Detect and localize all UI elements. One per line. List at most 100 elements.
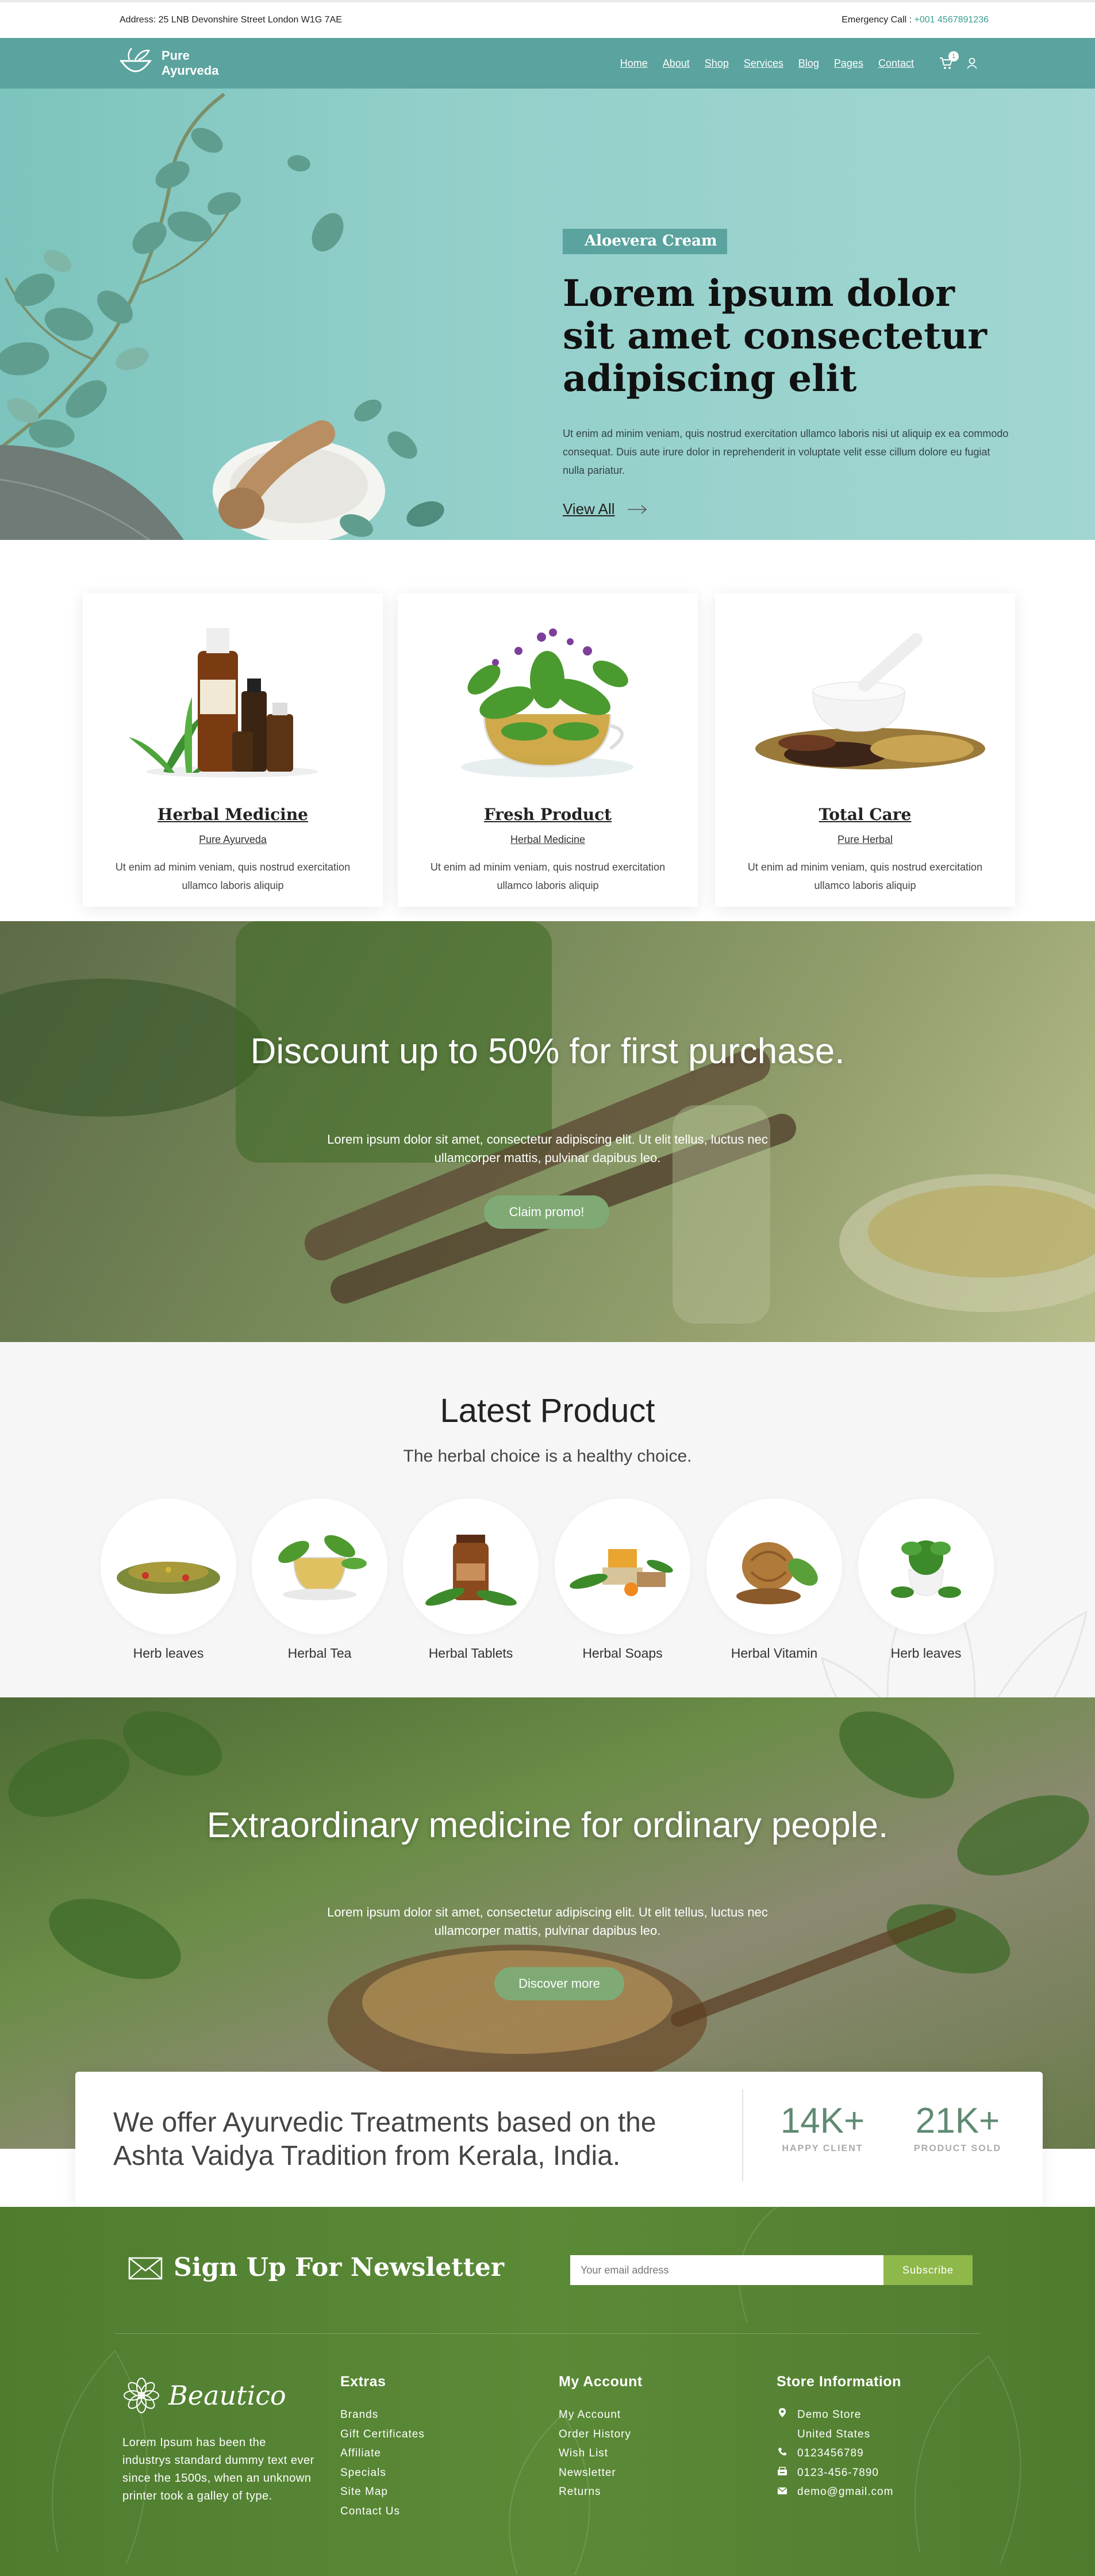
store-address: Demo Store United States	[777, 2405, 901, 2444]
features-section: Herbal Medicine Pure Ayurveda Ut enim ad…	[0, 540, 1095, 921]
store-email-row: demo@gmail.com	[777, 2482, 901, 2502]
discount-description: Lorem ipsum dolor sit amet, consectetur …	[327, 1132, 768, 1165]
footer-link-order-history[interactable]: Order History	[559, 2425, 643, 2444]
feature-subtitle[interactable]: Herbal Medicine	[398, 834, 698, 846]
footer-logo[interactable]: Beautico	[122, 2376, 286, 2414]
claim-promo-button[interactable]: Claim promo!	[484, 1195, 609, 1229]
latest-title: Latest Product	[440, 1392, 655, 1429]
footer-extras-title: Extras	[340, 2374, 386, 2390]
feature-description: Ut enim ad minim veniam, quis nostrud ex…	[115, 861, 351, 891]
feature-card-fresh-product[interactable]: Fresh Product Herbal Medicine Ut enim ad…	[398, 593, 698, 907]
feature-subtitle[interactable]: Pure Herbal	[715, 834, 1015, 846]
footer-link-returns[interactable]: Returns	[559, 2482, 643, 2502]
footer-link-site-map[interactable]: Site Map	[340, 2482, 425, 2502]
herbal-soaps-icon	[570, 1549, 673, 1596]
nav-pages[interactable]: Pages	[834, 57, 863, 70]
herbal-tea-icon	[278, 1535, 367, 1600]
map-pin-icon	[777, 2405, 788, 2444]
newsletter-email-input[interactable]	[570, 2255, 883, 2285]
store-phone-row: 0123456789	[777, 2444, 901, 2463]
nav-shop[interactable]: Shop	[705, 57, 729, 70]
footer-link-gift-certificates[interactable]: Gift Certificates	[340, 2425, 425, 2444]
nav-contact[interactable]: Contact	[878, 57, 914, 70]
feature-title[interactable]: Total Care	[715, 805, 1015, 824]
product-herbal-tablets[interactable]: Herbal Tablets	[403, 1498, 539, 1661]
hero-tag: Aloevera Cream	[563, 229, 728, 254]
product-image	[252, 1498, 387, 1634]
nav-blog[interactable]: Blog	[798, 57, 819, 70]
herbal-tea-cup-image	[461, 628, 633, 777]
emergency-phone[interactable]: +001 4567891236	[915, 15, 989, 25]
footer-link-specials[interactable]: Specials	[340, 2463, 425, 2483]
feature-title[interactable]: Herbal Medicine	[83, 805, 383, 824]
envelope-icon	[128, 2257, 163, 2279]
mortar-logo-icon	[120, 48, 152, 72]
top-info-bar: Address: 25 LNB Devonshire Street London…	[0, 0, 1095, 38]
discover-more-button[interactable]: Discover more	[494, 1967, 624, 2000]
feature-card-total-care[interactable]: Total Care Pure Herbal Ut enim ad minim …	[715, 593, 1015, 907]
lotus-logo-icon	[124, 2378, 159, 2413]
main-navbar: Pure Ayurveda Home About Shop Services B…	[0, 38, 1095, 89]
footer-link-wish-list[interactable]: Wish List	[559, 2444, 643, 2463]
product-label[interactable]: Herb leaves	[858, 1646, 994, 1661]
hero-banner: Aloevera Cream Lorem ipsum dolor sit ame…	[0, 89, 1095, 540]
logo-line-1: Pure	[162, 48, 190, 63]
product-label[interactable]: Herb leaves	[101, 1646, 236, 1661]
feature-card-herbal-medicine[interactable]: Herbal Medicine Pure Ayurveda Ut enim ad…	[83, 593, 383, 907]
store-country: United States	[797, 2428, 871, 2440]
footer-account-title: My Account	[559, 2374, 643, 2390]
product-herbal-soaps[interactable]: Herbal Soaps	[555, 1498, 690, 1661]
nav-menu: Home About Shop Services Blog Pages Cont…	[620, 57, 914, 70]
product-herb-leaves[interactable]: Herb leaves	[101, 1498, 236, 1661]
hero-title: Lorem ipsum dolor sit amet consectetur a…	[563, 272, 987, 400]
cart-count-badge: 1	[948, 51, 959, 62]
footer-link-brands[interactable]: Brands	[340, 2405, 425, 2425]
product-label[interactable]: Herbal Tea	[252, 1646, 387, 1661]
newsletter-heading: Sign Up For Newsletter	[128, 2253, 504, 2282]
subscribe-button[interactable]: Subscribe	[883, 2255, 973, 2285]
nav-icons: 1	[939, 51, 977, 70]
footer-link-affiliate[interactable]: Affiliate	[340, 2444, 425, 2463]
footer-store-column: Store Information Demo Store United Stat…	[777, 2374, 901, 2502]
herbal-bottles-image	[129, 628, 318, 777]
product-herbal-tea[interactable]: Herbal Tea	[252, 1498, 387, 1661]
footer-store-title: Store Information	[777, 2374, 901, 2390]
footer-link-my-account[interactable]: My Account	[559, 2405, 643, 2425]
eucalyptus-mortar-image	[0, 93, 444, 540]
view-all-link[interactable]: View All	[563, 500, 647, 518]
store-phone[interactable]: 0123456789	[797, 2444, 864, 2463]
nav-home[interactable]: Home	[620, 57, 648, 70]
product-herb-leaves-2[interactable]: Herb leaves	[858, 1498, 994, 1661]
product-image	[555, 1498, 690, 1634]
discount-banner: Discount up to 50% for first purchase. L…	[0, 921, 1095, 1342]
extraordinary-description: Lorem ipsum dolor sit amet, consectetur …	[327, 1905, 768, 1938]
product-label[interactable]: Herbal Tablets	[403, 1646, 539, 1661]
site-logo[interactable]: Pure Ayurveda	[118, 47, 218, 79]
footer-extras-column: Extras Brands Gift Certificates Affiliat…	[340, 2374, 425, 2521]
newsletter-title: Sign Up For Newsletter	[174, 2253, 505, 2282]
latest-products-section: Latest Product The herbal choice is a he…	[0, 1342, 1095, 1697]
stats-card: We offer Ayurvedic Treatments based on t…	[75, 2072, 1043, 2207]
product-label[interactable]: Herbal Soaps	[555, 1646, 690, 1661]
stat-label: PRODUCT SOLD	[914, 2144, 1001, 2153]
store-email[interactable]: demo@gmail.com	[797, 2482, 893, 2502]
footer-link-contact-us[interactable]: Contact Us	[340, 2502, 425, 2521]
nav-services[interactable]: Services	[744, 57, 783, 70]
stat-label: HAPPY CLIENT	[782, 2144, 863, 2153]
herb-bowl-icon	[891, 1540, 961, 1598]
user-icon[interactable]	[967, 57, 977, 69]
store-name: Demo Store	[797, 2409, 862, 2421]
feature-title[interactable]: Fresh Product	[398, 805, 698, 824]
extraordinary-title: Extraordinary medicine for ordinary peop…	[206, 1805, 889, 1845]
fax-icon	[777, 2463, 788, 2483]
feature-description: Ut enim ad minim veniam, quis nostrud ex…	[747, 861, 983, 891]
emergency-call: Emergency Call : +001 4567891236	[842, 15, 989, 25]
footer-link-newsletter[interactable]: Newsletter	[559, 2463, 643, 2483]
product-label[interactable]: Herbal Vitamin	[706, 1646, 842, 1661]
nav-about[interactable]: About	[663, 57, 690, 70]
walnut-vitamin-icon	[736, 1542, 818, 1604]
product-herbal-vitamin[interactable]: Herbal Vitamin	[706, 1498, 842, 1661]
product-image	[706, 1498, 842, 1634]
mortar-herbs-image	[755, 633, 985, 769]
feature-subtitle[interactable]: Pure Ayurveda	[83, 834, 383, 846]
